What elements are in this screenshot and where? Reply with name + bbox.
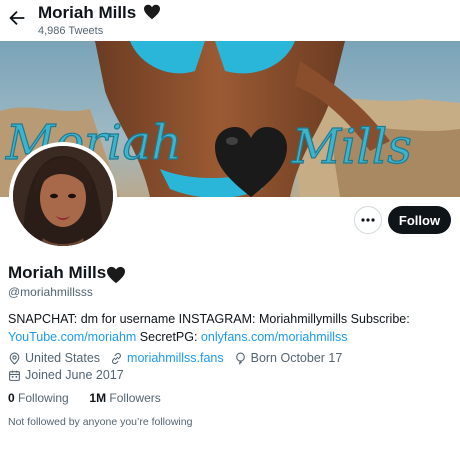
header-title-text: Moriah Mills (38, 3, 137, 22)
bio-link-onlyfans[interactable]: onlyfans.com/moriahmillss (201, 330, 348, 344)
follow-button[interactable]: Follow (388, 206, 451, 234)
profile-meta: United States moriahmillss.fans Born Oct… (8, 350, 342, 366)
black-heart-icon (143, 4, 160, 20)
top-bar: Moriah Mills 4,986 Tweets (0, 0, 460, 41)
handle: @moriahmillsss (8, 285, 93, 299)
bio: SNAPCHAT: dm for username INSTAGRAM: Mor… (8, 310, 456, 346)
joined-date: Joined June 2017 (25, 368, 124, 382)
arrow-left-icon[interactable] (6, 7, 28, 29)
following-link[interactable]: 0 Following (8, 391, 69, 405)
location: United States (25, 351, 101, 365)
profile-meta-joined: Joined June 2017 (8, 367, 124, 383)
following-count: 0 (8, 391, 15, 405)
location-icon (9, 352, 20, 365)
link-icon (112, 352, 122, 364)
banner-script-right: Mills (291, 119, 412, 175)
header-title: Moriah Mills (38, 3, 161, 23)
followers-label: Followers (106, 391, 161, 405)
bio-text-middle: SecretPG: (136, 330, 201, 344)
more-icon (361, 218, 375, 222)
followed-by-note: Not followed by anyone you’re following (8, 416, 193, 428)
display-name: Moriah Mills (8, 263, 107, 282)
more-button[interactable] (354, 206, 382, 234)
balloon-icon (235, 352, 245, 364)
birthday: Born October 17 (250, 351, 343, 365)
following-label: Following (14, 391, 69, 405)
bio-link-youtube[interactable]: YouTube.com/moriahm (8, 330, 136, 344)
black-heart-icon (107, 266, 125, 284)
calendar-icon (9, 370, 20, 381)
follow-counts: 0 Following 1M Followers (8, 391, 161, 405)
followers-link[interactable]: 1M Followers (89, 391, 160, 405)
avatar[interactable] (9, 142, 117, 250)
website-link[interactable]: moriahmillss.fans (127, 351, 224, 365)
followers-count: 1M (89, 391, 107, 405)
bio-text: SNAPCHAT: dm for username INSTAGRAM: Mor… (8, 312, 410, 326)
tweet-count: 4,986 Tweets (38, 25, 104, 37)
